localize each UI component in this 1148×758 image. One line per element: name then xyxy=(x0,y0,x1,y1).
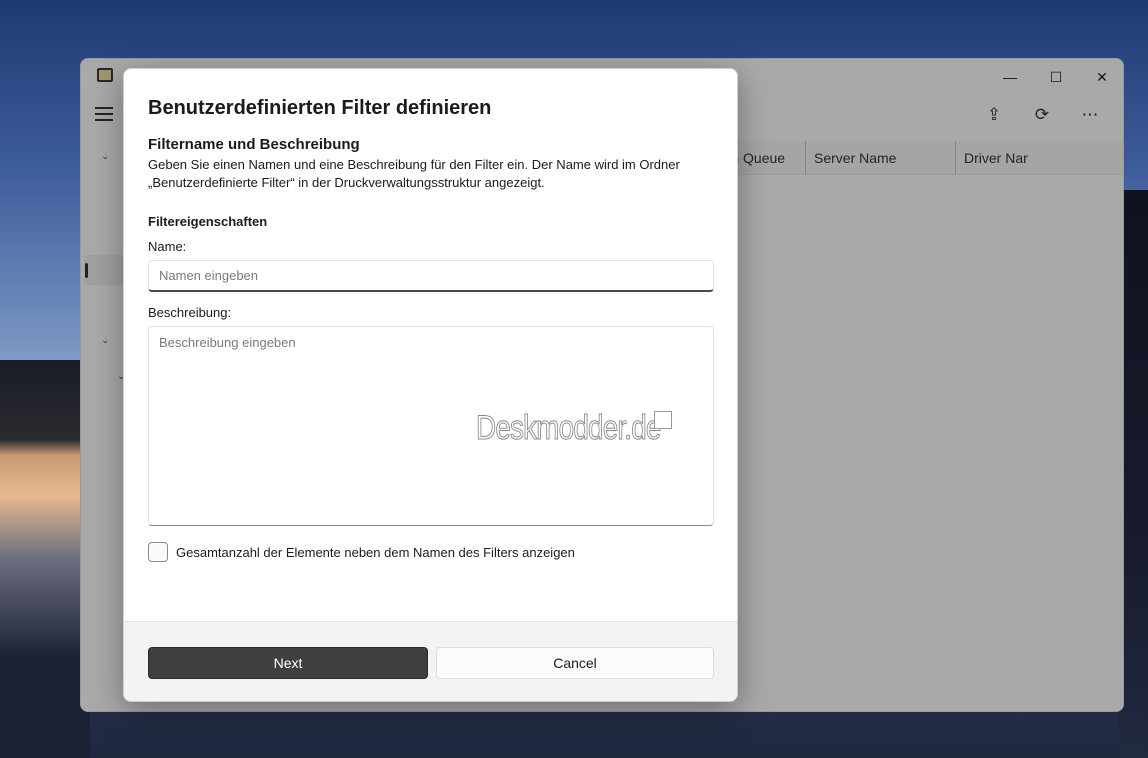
watermark-edit-icon xyxy=(654,411,672,429)
cancel-button[interactable]: Cancel xyxy=(436,647,714,679)
name-label: Name: xyxy=(148,239,187,254)
next-button[interactable]: Next xyxy=(148,647,428,679)
custom-filter-dialog: Benutzerdefinierten Filter definieren Fi… xyxy=(123,68,738,702)
section-title: Filtername und Beschreibung xyxy=(148,136,360,153)
desktop-wallpaper-left xyxy=(0,360,90,758)
show-count-option[interactable]: Gesamtanzahl der Elemente neben dem Name… xyxy=(148,542,575,562)
properties-title: Filtereigenschaften xyxy=(148,214,268,229)
show-count-label: Gesamtanzahl der Elemente neben dem Name… xyxy=(176,544,575,560)
description-label: Beschreibung: xyxy=(148,305,232,320)
section-description: Geben Sie einen Namen und eine Beschreib… xyxy=(148,157,680,190)
dialog-title: Benutzerdefinierten Filter definieren xyxy=(148,97,492,119)
show-count-checkbox[interactable] xyxy=(148,542,168,562)
watermark-logo: Deskmodder.de xyxy=(476,409,662,448)
name-input[interactable] xyxy=(148,260,714,292)
dialog-footer: Next Cancel xyxy=(124,621,737,701)
